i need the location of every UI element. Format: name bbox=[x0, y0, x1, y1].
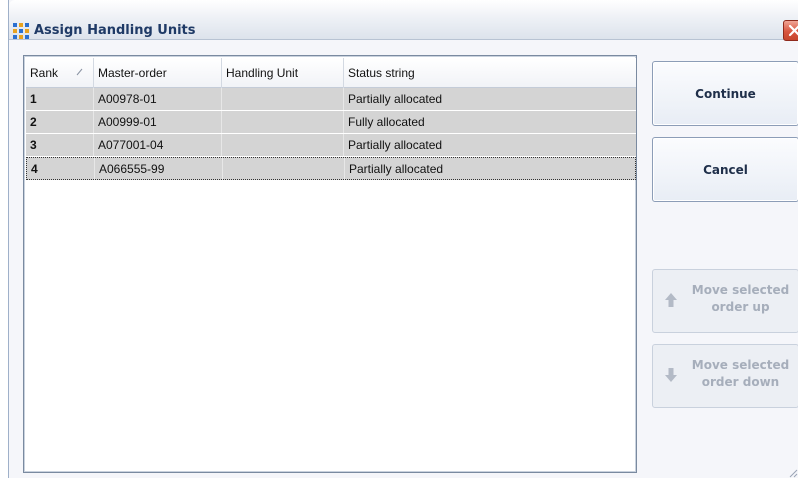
table-row[interactable]: 2 A00999-01 Fully allocated bbox=[26, 111, 636, 134]
status-cell: Partially allocated bbox=[348, 92, 443, 106]
sort-ascending-icon bbox=[76, 68, 83, 76]
table-row-selected[interactable]: 4 A066555-99 Partially allocated bbox=[26, 157, 636, 180]
close-icon bbox=[788, 24, 798, 37]
master-order-cell: A00999-01 bbox=[94, 111, 222, 133]
handling-unit-cell bbox=[222, 88, 344, 110]
grid-header: Rank Master-order Handling Unit Status s… bbox=[26, 58, 636, 88]
status-cell: Fully allocated bbox=[348, 115, 425, 129]
continue-button[interactable]: Continue bbox=[652, 61, 798, 126]
handling-unit-cell bbox=[222, 134, 344, 156]
arrow-up-icon bbox=[665, 293, 677, 307]
app-grid-icon bbox=[13, 23, 29, 39]
master-order-cell: A00978-01 bbox=[94, 88, 222, 110]
column-header-master-order[interactable]: Master-order bbox=[94, 58, 222, 88]
handling-unit-cell bbox=[222, 111, 344, 133]
table-row[interactable]: 3 A077001-04 Partially allocated bbox=[26, 134, 636, 157]
rank-cell: 3 bbox=[26, 134, 94, 156]
master-order-cell: A066555-99 bbox=[95, 158, 223, 180]
window-title: Assign Handling Units bbox=[34, 23, 196, 38]
column-header-label: Rank bbox=[30, 66, 59, 80]
table-row[interactable]: 1 A00978-01 Partially allocated bbox=[26, 88, 636, 111]
column-header-handling-unit[interactable]: Handling Unit bbox=[222, 58, 344, 88]
move-up-label: Move selected order up bbox=[691, 283, 790, 314]
column-header-label: Status string bbox=[348, 66, 415, 80]
close-button[interactable] bbox=[783, 20, 798, 41]
dialog-window: Assign Handling Units Rank Master-order … bbox=[8, 0, 798, 478]
column-header-rank[interactable]: Rank bbox=[26, 58, 94, 88]
rank-cell: 1 bbox=[26, 88, 94, 110]
cancel-button[interactable]: Cancel bbox=[652, 137, 798, 202]
rank-cell: 4 bbox=[27, 158, 95, 180]
resize-grip-icon[interactable] bbox=[786, 466, 798, 478]
move-order-down-button[interactable]: Move selected order down bbox=[652, 344, 798, 408]
move-order-up-button[interactable]: Move selected order up bbox=[652, 269, 798, 333]
title-bar[interactable]: Assign Handling Units bbox=[9, 0, 798, 41]
move-down-label: Move selected order down bbox=[691, 358, 790, 389]
status-cell: Partially allocated bbox=[348, 138, 443, 152]
arrow-down-icon bbox=[665, 368, 677, 382]
status-cell: Partially allocated bbox=[349, 162, 444, 176]
handling-unit-cell bbox=[223, 158, 345, 180]
master-order-cell: A077001-04 bbox=[94, 134, 222, 156]
column-header-status-string[interactable]: Status string bbox=[344, 58, 636, 88]
rank-cell: 2 bbox=[26, 111, 94, 133]
column-header-label: Master-order bbox=[98, 66, 167, 80]
handling-units-grid[interactable]: Rank Master-order Handling Unit Status s… bbox=[23, 55, 637, 473]
column-header-label: Handling Unit bbox=[226, 66, 299, 80]
